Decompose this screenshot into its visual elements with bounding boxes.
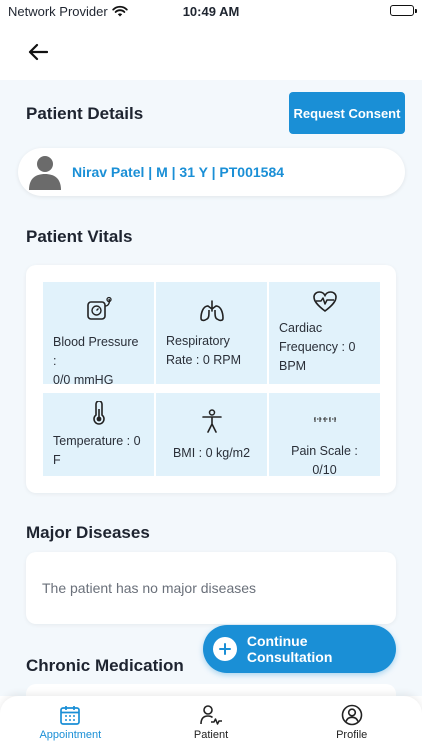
vital-label: Temperature : 0 bbox=[53, 434, 141, 448]
carrier-name: Network Provider bbox=[8, 3, 108, 19]
arrow-left-icon bbox=[28, 43, 48, 61]
plus-icon bbox=[213, 637, 237, 661]
back-button[interactable] bbox=[24, 38, 52, 66]
continue-consultation-label: Continue Consultation bbox=[246, 633, 333, 665]
patient-vitals-title: Patient Vitals bbox=[26, 227, 133, 246]
lungs-icon bbox=[199, 300, 224, 322]
chronic-medication-card bbox=[26, 684, 396, 696]
vital-bmi: BMI : 0 kg/m2 bbox=[156, 393, 267, 476]
vital-unit: BPM bbox=[279, 359, 307, 373]
calendar-icon bbox=[60, 706, 81, 725]
nav-patient-label: Patient bbox=[193, 729, 229, 741]
vital-value: 0/0 mmHG bbox=[53, 373, 114, 387]
nav-appointment[interactable]: Appointment bbox=[0, 696, 141, 750]
top-bar bbox=[0, 22, 422, 80]
bottom-nav: Appointment Patient Profile bbox=[0, 696, 422, 750]
battery-icon bbox=[390, 5, 417, 16]
thermometer-icon bbox=[92, 401, 105, 425]
vital-label: Cardiac bbox=[279, 321, 323, 335]
vital-label: Blood Pressure : bbox=[53, 335, 139, 368]
no-diseases-text: The patient has no major diseases bbox=[42, 580, 257, 596]
nav-patient[interactable]: Patient bbox=[141, 696, 282, 750]
vital-value: Rate : 0 RPM bbox=[166, 353, 242, 367]
blood-pressure-icon bbox=[86, 296, 112, 320]
continue-consultation-button[interactable]: Continue Consultation bbox=[203, 625, 396, 673]
patient-summary: Nirav Patel | M | 31 Y | PT001584 bbox=[72, 164, 285, 180]
patient-details-title: Patient Details bbox=[26, 104, 144, 123]
request-consent-button[interactable]: Request Consent bbox=[289, 92, 405, 134]
heart-pulse-icon bbox=[312, 291, 337, 313]
vital-cardiac-frequency: Cardiac Frequency : 0 BPM bbox=[269, 282, 380, 384]
nav-profile-label: Profile bbox=[336, 729, 368, 741]
vital-label: Pain Scale : 0/10 bbox=[291, 444, 358, 477]
vital-value: Frequency : 0 bbox=[279, 340, 356, 354]
vital-blood-pressure: Blood Pressure : 0/0 mmHG bbox=[43, 282, 154, 387]
vital-label: Respiratory bbox=[166, 334, 230, 348]
vitals-card: Blood Pressure : 0/0 mmHG Respiratory Ra… bbox=[26, 265, 396, 493]
vital-temperature: Temperature : 0 F bbox=[43, 393, 154, 476]
ruler-icon bbox=[313, 417, 336, 422]
major-diseases-card: The patient has no major diseases bbox=[26, 552, 396, 624]
vital-label: BMI : 0 kg/m2 bbox=[172, 446, 251, 460]
nav-appointment-label: Appointment bbox=[39, 729, 102, 741]
status-bar: Network Provider 10:49 AM bbox=[0, 0, 422, 22]
content-area[interactable]: Patient Details Request Consent Nirav Pa… bbox=[0, 80, 422, 696]
nav-profile[interactable]: Profile bbox=[281, 696, 422, 750]
vital-value: F bbox=[53, 453, 61, 467]
major-diseases-title: Major Diseases bbox=[26, 523, 150, 542]
profile-icon bbox=[341, 704, 362, 726]
vital-pain-scale: Pain Scale : 0/10 bbox=[269, 393, 380, 477]
body-icon bbox=[201, 409, 222, 433]
vital-respiratory-rate: Respiratory Rate : 0 RPM bbox=[156, 282, 267, 384]
wifi-icon bbox=[112, 5, 128, 17]
chronic-medication-title: Chronic Medication bbox=[26, 656, 184, 675]
carrier: Network Provider bbox=[8, 4, 128, 19]
patient-card[interactable]: Nirav Patel | M | 31 Y | PT001584 bbox=[18, 148, 405, 196]
patient-icon bbox=[200, 705, 222, 725]
avatar-icon bbox=[29, 156, 61, 190]
